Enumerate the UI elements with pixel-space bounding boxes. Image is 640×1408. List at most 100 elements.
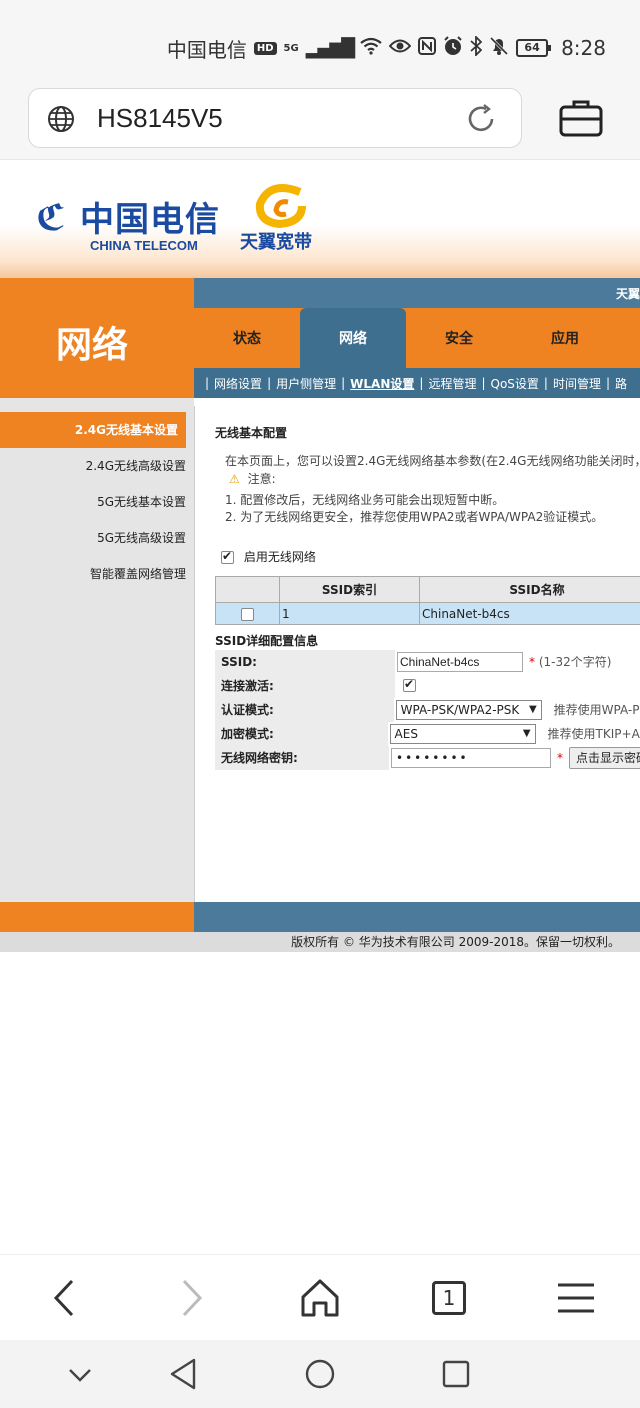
auth-mode-select[interactable]: WPA-PSK/WPA2-PSK — [395, 699, 542, 720]
enable-wifi-checkbox[interactable] — [221, 549, 234, 564]
tabs-button[interactable]: 1 — [424, 1275, 472, 1321]
menu-24g-basic[interactable]: 2.4G无线基本设置 — [0, 412, 186, 448]
copyright-text: 版权所有 © 华为技术有限公司 2009-2018。保留一切权利。 — [0, 932, 640, 952]
table-cell-index: 1 — [279, 602, 420, 625]
tab-count: 1 — [432, 1281, 466, 1315]
tab-network[interactable]: 网络 — [300, 308, 406, 368]
table-cell-select[interactable] — [215, 602, 280, 625]
auth-label: 认证模式: — [215, 697, 394, 722]
section-title-block: 网络 — [0, 278, 194, 398]
form-row-key: 无线网络密钥: •••••••• * 点击显示密码 — [215, 745, 640, 770]
table-header-index: SSID索引 — [279, 576, 420, 603]
collapse-icon[interactable] — [60, 1356, 100, 1392]
subnav-remote[interactable]: 远程管理 — [428, 375, 476, 392]
nav-top-bar: 天翼 — [194, 278, 640, 308]
ssid-input[interactable]: ChinaNet-b4cs — [397, 651, 523, 672]
separator: | — [543, 376, 548, 390]
auth-hint: 推荐使用WPA-PSK — [553, 703, 640, 717]
ssid-detail-form: SSID: ChinaNet-b4cs * (1-32个字符) 连接激活: 认证… — [215, 649, 640, 770]
subnav-qos[interactable]: QoS设置 — [491, 375, 539, 392]
menu-5g-advanced[interactable]: 5G无线高级设置 — [0, 520, 194, 556]
sub-nav: | 网络设置 | 用户侧管理 | WLAN设置 | 远程管理 | QoS设置 |… — [194, 368, 640, 398]
separator: | — [419, 376, 424, 390]
wifi-icon — [360, 37, 382, 60]
hd-badge: HD — [253, 41, 277, 55]
address-bar[interactable]: HS8145V5 — [28, 88, 522, 148]
detail-title: SSID详细配置信息 — [215, 634, 319, 648]
note-header: ⚠ 注意: — [229, 470, 276, 487]
row-checkbox[interactable] — [241, 607, 254, 621]
globe-icon — [48, 106, 74, 132]
enc-value-cell: AES 推荐使用TKIP+AES — [388, 723, 640, 744]
menu-icon[interactable] — [552, 1275, 600, 1321]
ssid-label: SSID: — [215, 649, 395, 674]
subnav-wlan[interactable]: WLAN设置 — [350, 375, 414, 392]
key-label: 无线网络密钥: — [215, 745, 389, 770]
auth-value-cell: WPA-PSK/WPA2-PSK 推荐使用WPA-PSK — [394, 699, 640, 720]
footer-right — [194, 902, 640, 932]
telecom-mark-icon: ℭ — [36, 198, 66, 239]
table-header-select — [215, 576, 280, 603]
ssid-value-cell: ChinaNet-b4cs * (1-32个字符) — [395, 651, 640, 672]
carrier-name: 中国电信 — [166, 37, 247, 62]
clock: 8:28 — [561, 36, 606, 60]
router-header: ℭ 中国电信 CHINA TELECOM 天翼宽带 — [0, 160, 640, 278]
network-type: 5G — [283, 42, 299, 54]
home-icon[interactable] — [296, 1275, 344, 1321]
footer-left — [0, 902, 194, 932]
separator: | — [205, 376, 210, 390]
content-panel: 无线基本配置 在本页面上，您可以设置2.4G无线网络基本参数(在2.4G无线网络… — [194, 406, 640, 902]
separator: | — [605, 376, 611, 390]
tab-application[interactable]: 应用 — [512, 308, 618, 368]
active-label: 连接激活: — [215, 673, 395, 698]
encryption-select[interactable]: AES — [389, 723, 536, 744]
subnav-route[interactable]: 路 — [615, 375, 627, 392]
nav-recents-icon[interactable] — [436, 1356, 476, 1392]
status-indicators: 中国电信 HD 5G ▂▄▆█ 64 8:28 — [167, 33, 606, 63]
logo-cn: 中国电信 — [80, 200, 220, 240]
table-header-name: SSID名称 — [419, 576, 640, 603]
form-row-active: 连接激活: — [215, 673, 640, 698]
browser-address-row: HS8145V5 — [0, 88, 640, 160]
nav-back-icon[interactable] — [164, 1356, 204, 1392]
menu-5g-basic[interactable]: 5G无线基本设置 — [0, 484, 194, 520]
url-text[interactable]: HS8145V5 — [97, 103, 223, 134]
table-row[interactable]: 1 ChinaNet-b4cs — [215, 602, 640, 625]
reload-icon[interactable] — [465, 103, 497, 135]
active-checkbox[interactable] — [403, 677, 416, 692]
required-mark: * — [556, 750, 563, 765]
ssid-hint-text: (1-32个字符) — [538, 655, 612, 669]
form-row-encryption: 加密模式: AES 推荐使用TKIP+AES — [215, 721, 640, 746]
wifi-key-input[interactable]: •••••••• — [390, 747, 551, 768]
bluetooth-icon — [470, 34, 483, 61]
ssid-hint: * (1-32个字符) — [529, 653, 611, 670]
menu-24g-advanced[interactable]: 2.4G无线高级设置 — [0, 448, 194, 484]
briefcase-icon[interactable] — [558, 98, 604, 138]
ssid-table: SSID索引 SSID名称 1 ChinaNet-b4cs — [215, 576, 640, 625]
main-tabs: 状态 网络 安全 应用 — [194, 308, 640, 368]
required-mark: * — [529, 655, 535, 669]
back-icon[interactable] — [40, 1275, 88, 1321]
tab-status[interactable]: 状态 — [194, 308, 300, 368]
subnav-network-settings[interactable]: 网络设置 — [214, 375, 262, 392]
nav-home-icon[interactable] — [300, 1356, 340, 1392]
enable-wifi-row: 启用无线网络 — [221, 548, 316, 565]
enc-hint: 推荐使用TKIP+AES — [547, 727, 640, 741]
subnav-time[interactable]: 时间管理 — [553, 375, 601, 392]
table-header-row: SSID索引 SSID名称 — [215, 576, 640, 603]
forward-icon[interactable] — [168, 1275, 216, 1321]
enc-label: 加密模式: — [215, 721, 388, 746]
note-label: 注意: — [247, 472, 276, 486]
form-row-auth: 认证模式: WPA-PSK/WPA2-PSK 推荐使用WPA-PSK — [215, 697, 640, 722]
subnav-user-side[interactable]: 用户侧管理 — [276, 375, 336, 392]
nfc-icon — [418, 36, 437, 60]
show-password-button[interactable]: 点击显示密码 — [568, 746, 640, 769]
alarm-icon — [443, 35, 463, 61]
separator: | — [267, 376, 272, 390]
logo-en: CHINA TELECOM — [90, 238, 198, 253]
menu-smart-coverage[interactable]: 智能覆盖网络管理 — [0, 556, 194, 592]
note-1: 1. 配置修改后，无线网络业务可能会出现短暂中断。 — [225, 493, 505, 507]
tab-security[interactable]: 安全 — [406, 308, 512, 368]
signal-icon: ▂▄▆█ — [305, 37, 355, 59]
nav-top-text: 天翼 — [615, 287, 640, 301]
